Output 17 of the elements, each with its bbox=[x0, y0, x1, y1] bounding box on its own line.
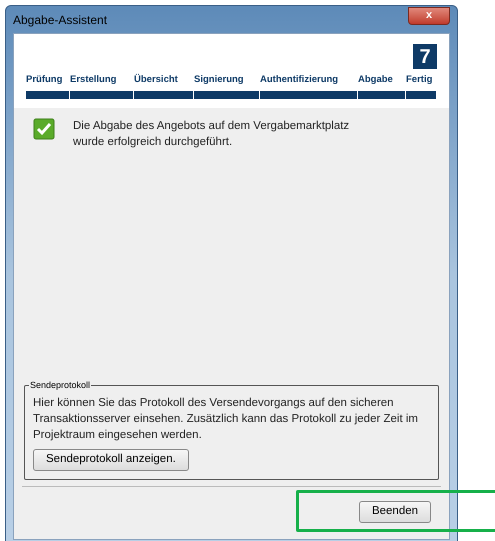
success-message: Die Abgabe des Angebots auf dem Vergabemarktplatz wurde erfolgreich durchgeführt. bbox=[73, 119, 350, 150]
group-legend: Sendeprotokoll bbox=[29, 379, 92, 392]
show-protocol-button[interactable]: Sendeprotokoll anzeigen. bbox=[33, 449, 189, 471]
window-title: Abgabe-Assistent bbox=[13, 12, 108, 28]
step-bar bbox=[134, 91, 193, 100]
step-label: Übersicht bbox=[134, 73, 179, 87]
step-label: Fertig bbox=[406, 73, 434, 87]
check-icon bbox=[33, 118, 55, 140]
step-label: Signierung bbox=[194, 73, 245, 87]
step-label: Prüfung bbox=[26, 73, 64, 87]
protocol-description: Hier können Sie das Protokoll des Versendevorgangs auf den sicheren Transaktionsserver einsehen. Zusätzlich kann das Protokoll zu jeder Zeit im Projektraum eingesehen werden. bbox=[33, 396, 419, 443]
close-button[interactable]: x bbox=[408, 6, 450, 24]
finish-button[interactable]: Beenden bbox=[359, 501, 431, 523]
step-label: Abgabe bbox=[358, 73, 394, 87]
step-label: Erstellung bbox=[70, 73, 118, 87]
step-label: Authentifizierung bbox=[260, 73, 340, 87]
step-number: 7 bbox=[413, 44, 437, 69]
